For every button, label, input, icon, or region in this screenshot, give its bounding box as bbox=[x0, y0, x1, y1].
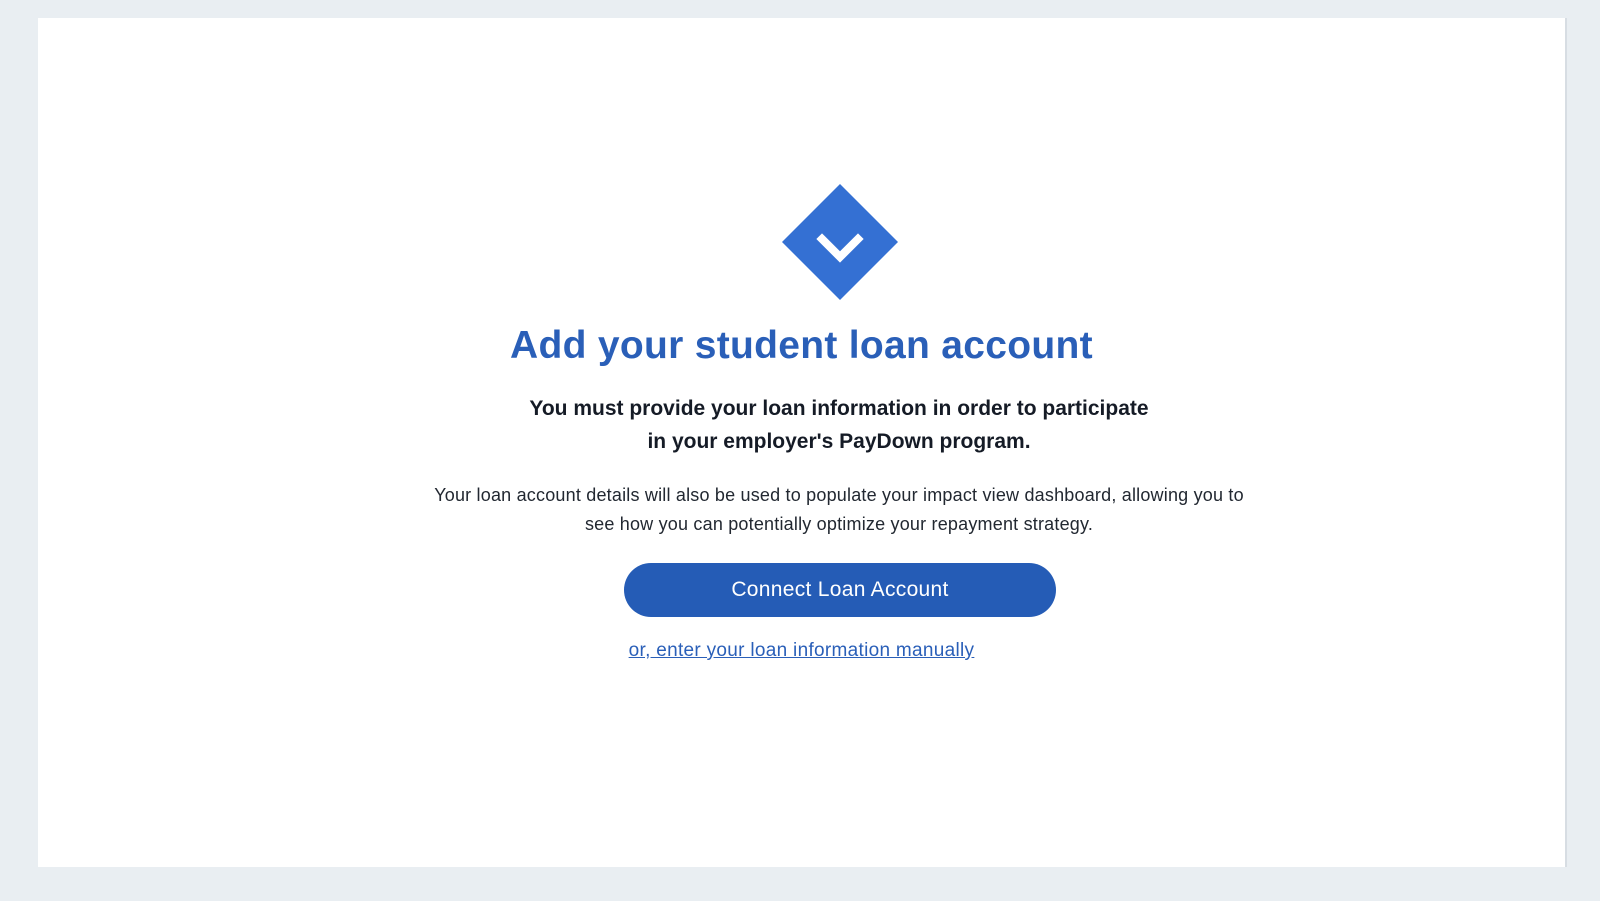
enter-manually-link[interactable]: or, enter your loan information manually bbox=[629, 640, 975, 661]
details-line-2: see how you can potentially optimize you… bbox=[584, 514, 1094, 534]
onboarding-content: Add your student loan account You must p… bbox=[38, 18, 1565, 867]
details-line-1: Your loan account details will also be u… bbox=[434, 485, 1244, 505]
connect-loan-account-button[interactable]: Connect Loan Account bbox=[624, 563, 1056, 617]
requirement-line-2: in your employer's PayDown program. bbox=[647, 430, 1031, 453]
logo-graphic bbox=[782, 184, 898, 300]
scrollbar-edge bbox=[1565, 18, 1567, 867]
main-card: Add your student loan account You must p… bbox=[38, 18, 1565, 867]
diamond-chevron-down-icon bbox=[782, 184, 898, 300]
requirement-line-1: You must provide your loan information i… bbox=[529, 397, 1149, 420]
manual-entry-link-container: or, enter your loan information manually bbox=[38, 640, 1565, 662]
page-title: Add your student loan account bbox=[510, 324, 1093, 367]
requirement-message: You must provide your loan information i… bbox=[438, 392, 1240, 458]
details-message: Your loan account details will also be u… bbox=[338, 481, 1340, 539]
